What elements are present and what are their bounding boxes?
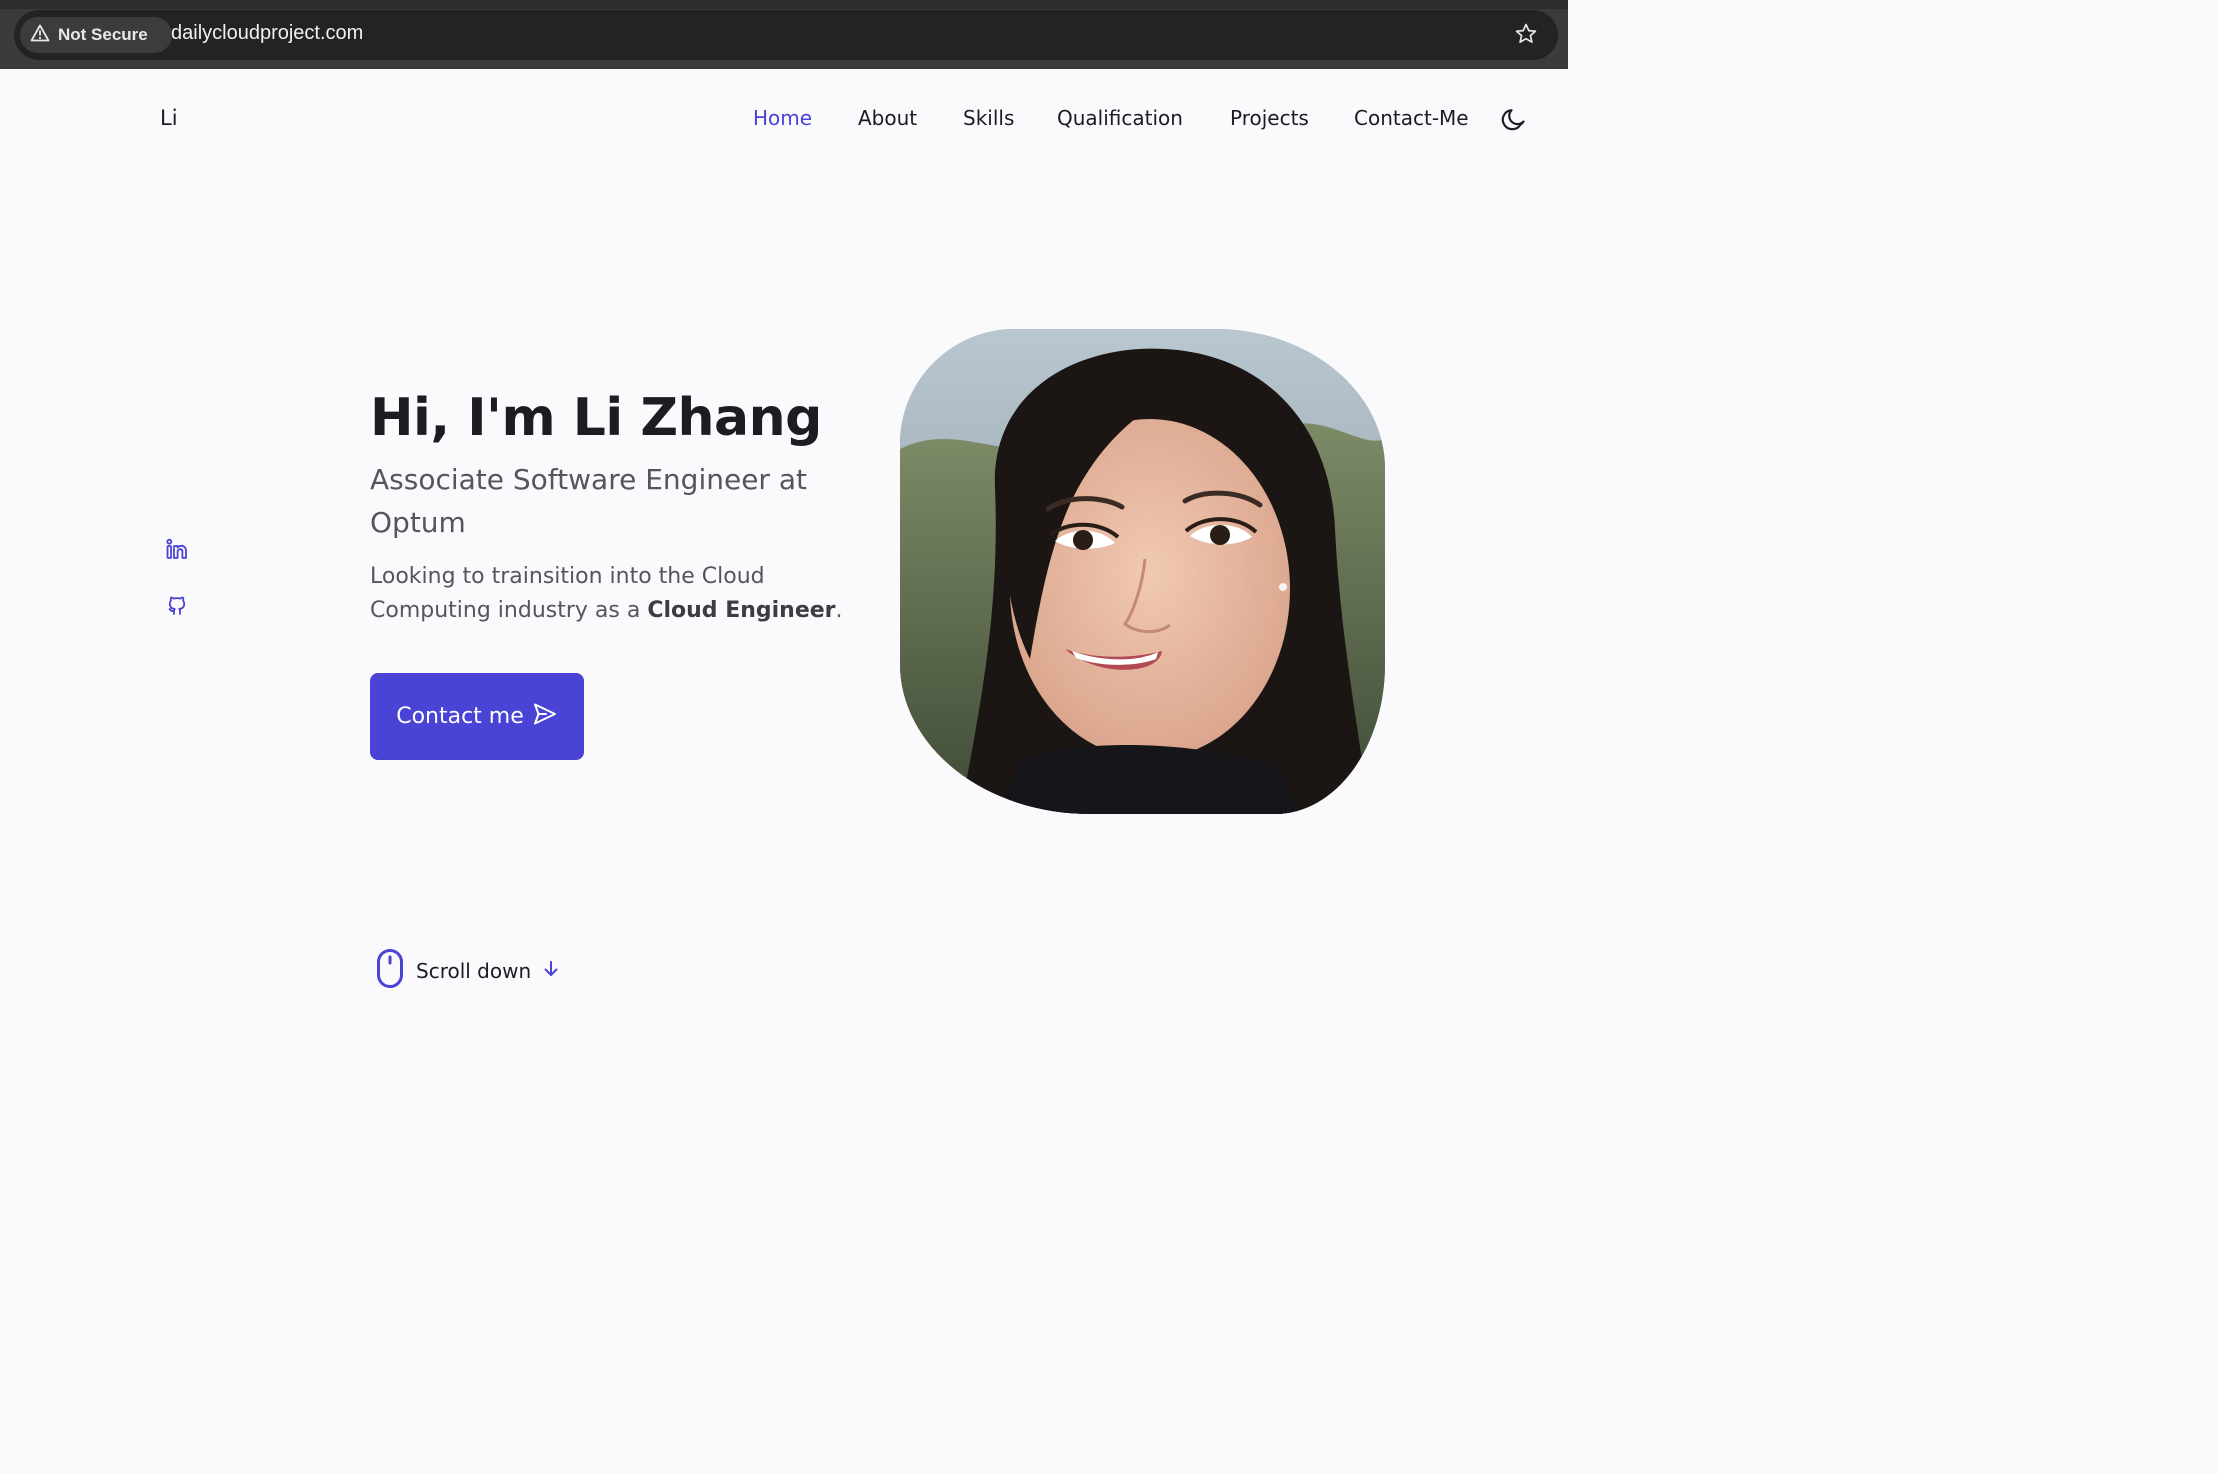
url-text[interactable]: dailycloudproject.com bbox=[171, 22, 363, 45]
github-icon[interactable] bbox=[165, 593, 189, 617]
security-label: Not Secure bbox=[58, 25, 148, 44]
browser-toolbar: Not Secure dailycloudproject.com bbox=[0, 0, 1568, 69]
warning-icon bbox=[30, 24, 50, 47]
nav-home[interactable]: Home bbox=[753, 106, 812, 130]
nav-skills[interactable]: Skills bbox=[963, 106, 1014, 130]
hero-description: Looking to trainsition into the Cloud Co… bbox=[370, 560, 850, 628]
bookmark-star-icon[interactable] bbox=[1514, 22, 1538, 50]
hero-subtitle: Associate Software Engineer at Optum bbox=[370, 463, 807, 539]
contact-me-label: Contact me bbox=[396, 704, 524, 729]
nav-contact-me[interactable]: Contact-Me bbox=[1354, 106, 1469, 130]
nav-projects[interactable]: Projects bbox=[1230, 106, 1309, 130]
security-indicator[interactable]: Not Secure bbox=[20, 17, 172, 53]
mouse-icon bbox=[376, 948, 406, 994]
linkedin-icon[interactable] bbox=[165, 537, 189, 561]
arrow-down-icon bbox=[541, 959, 561, 983]
nav-about[interactable]: About bbox=[858, 106, 917, 130]
hero-title: Hi, I'm Li Zhang bbox=[370, 388, 822, 448]
tab-strip bbox=[0, 0, 1568, 9]
hero-description-end: . bbox=[835, 598, 843, 623]
contact-me-button[interactable]: Contact me bbox=[370, 673, 584, 760]
main-nav: Home About Skills Qualification Projects… bbox=[0, 106, 1568, 136]
hero-description-highlight: Cloud Engineer bbox=[647, 598, 836, 623]
scroll-down-label: Scroll down bbox=[416, 959, 532, 983]
profile-photo bbox=[900, 329, 1385, 814]
moon-icon[interactable] bbox=[1500, 106, 1528, 134]
scroll-down-link[interactable]: Scroll down bbox=[376, 948, 561, 994]
address-bar[interactable]: Not Secure dailycloudproject.com bbox=[14, 10, 1558, 60]
nav-qualification[interactable]: Qualification bbox=[1057, 106, 1183, 130]
send-icon bbox=[532, 701, 558, 733]
